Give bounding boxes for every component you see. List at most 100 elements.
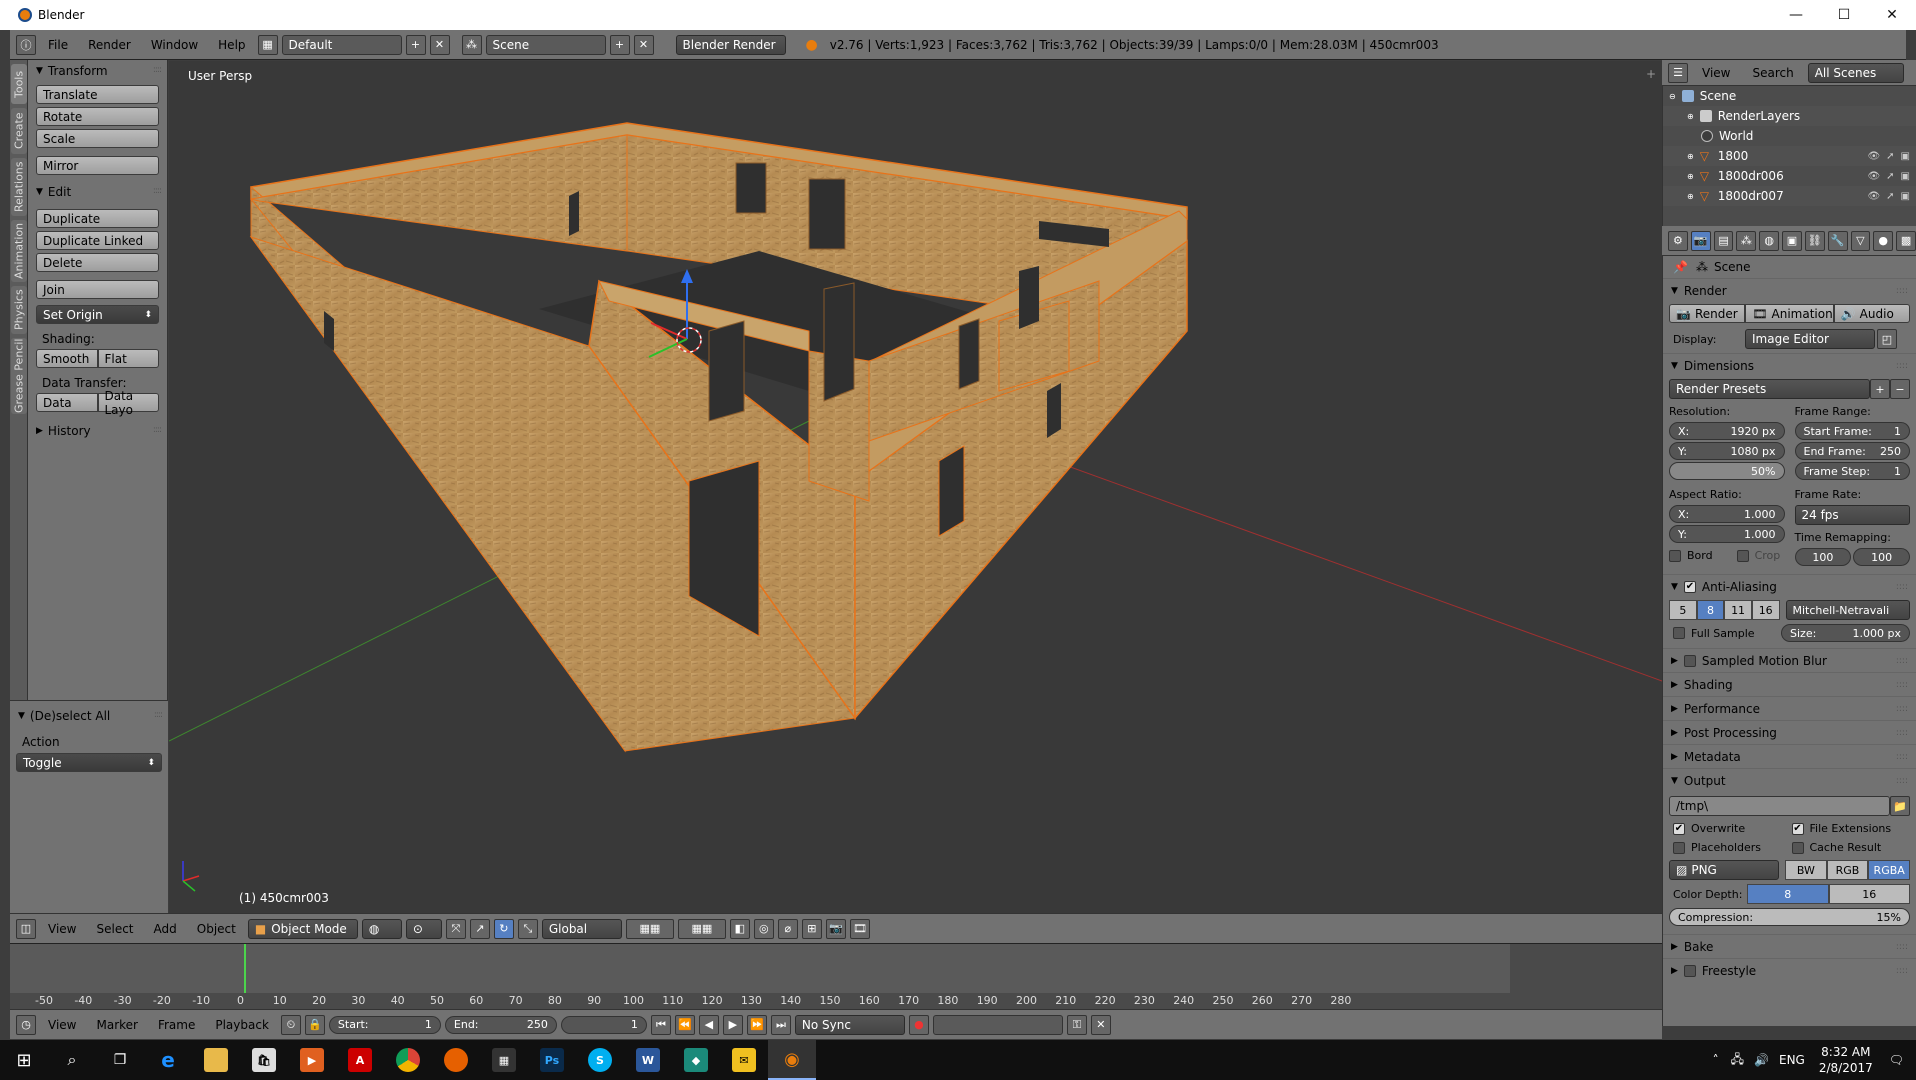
frame-step-field[interactable]: Frame Step: 1 <box>1794 462 1910 480</box>
data-button[interactable]: Data <box>36 393 98 412</box>
tab-grease-pencil[interactable]: Grease Pencil <box>11 338 27 414</box>
aa-samples-16[interactable]: 16 <box>1751 600 1780 620</box>
taskbar-firefox[interactable] <box>432 1040 480 1080</box>
renderable-camera-icon[interactable]: ▣ <box>1901 151 1910 162</box>
minimize-button[interactable]: — <box>1772 0 1820 30</box>
remove-scene-icon[interactable]: ✕ <box>633 34 654 55</box>
play-icon[interactable]: ▶ <box>722 1014 743 1035</box>
history-panel-header[interactable]: ▶ History:::: <box>28 420 167 442</box>
file-format-dropdown[interactable]: ▨ PNG <box>1669 860 1779 880</box>
scene-field[interactable]: Scene <box>485 34 606 55</box>
play-reverse-icon[interactable]: ◀ <box>698 1014 719 1035</box>
render-view-icon[interactable]: ◰ <box>1877 329 1897 349</box>
language-indicator[interactable]: ENG <box>1779 1053 1805 1067</box>
animation-button[interactable]: 🎞 Animation <box>1745 304 1834 323</box>
editor-type-outliner-icon[interactable]: ☰ <box>1668 62 1688 83</box>
render-button[interactable]: 📷 Render <box>1669 304 1746 323</box>
timeline[interactable]: -50 -40 -30 -20 -10 0 10 20 30 40 50 60 70 80 90 100 110… <box>10 943 1662 1009</box>
record-icon[interactable]: ● <box>908 1014 929 1035</box>
taskbar-notes[interactable]: ✉ <box>720 1040 768 1080</box>
renderable-camera-icon[interactable]: ▣ <box>1901 171 1910 182</box>
bake-section-header[interactable]: ▶ Bake:::: <box>1663 934 1916 958</box>
output-section-header[interactable]: ▼ Output:::: <box>1663 768 1916 792</box>
metadata-section-header[interactable]: ▶ Metadata:::: <box>1663 744 1916 768</box>
taskbar-photoshop[interactable]: Ps <box>528 1040 576 1080</box>
overwrite-checkbox[interactable]: ✔ <box>1673 822 1685 835</box>
aspect-x-field[interactable]: X: 1.000 <box>1669 505 1785 523</box>
aa-samples-8[interactable]: 8 <box>1696 600 1725 620</box>
file-extensions-checkbox[interactable]: ✔ <box>1791 822 1804 835</box>
motion-blur-section-header[interactable]: ▶ Sampled Motion Blur:::: <box>1663 648 1916 672</box>
search-button[interactable]: ⌕ <box>48 1040 96 1080</box>
preview-range-icon[interactable]: ⏲ <box>280 1014 301 1035</box>
tab-tools[interactable]: Tools <box>11 64 27 104</box>
render-engine-dropdown[interactable]: Blender Render <box>675 34 786 55</box>
proportional-edit-icon[interactable]: ◎ <box>753 918 774 939</box>
duplicate-button[interactable]: Duplicate <box>36 209 159 228</box>
menu-marker[interactable]: Marker <box>88 1014 145 1036</box>
editor-type-info-icon[interactable]: ⓘ <box>16 34 36 55</box>
end-frame-field[interactable]: End: 250 <box>444 1015 557 1034</box>
delete-key-icon[interactable]: ✕ <box>1090 1014 1111 1035</box>
rotate-manipulator-icon[interactable]: ↻ <box>493 918 514 939</box>
resolution-percent-slider[interactable]: 50% <box>1669 462 1785 480</box>
scale-button[interactable]: Scale <box>36 129 159 148</box>
jump-end-icon[interactable]: ⏭ <box>770 1014 791 1035</box>
sync-dropdown[interactable]: No Sync <box>794 1014 905 1035</box>
resolution-x-field[interactable]: X: 1920 px <box>1669 422 1785 440</box>
texture-context-icon[interactable]: ▩ <box>1896 230 1916 251</box>
material-context-icon[interactable]: ● <box>1873 230 1894 251</box>
outliner-row[interactable]: ⊕ ▽ 1800 👁 ➚ ▣ <box>1663 146 1916 166</box>
add-preset-icon[interactable]: + <box>1870 379 1890 399</box>
performance-section-header[interactable]: ▶ Performance:::: <box>1663 696 1916 720</box>
current-frame-field[interactable]: 1 <box>560 1015 647 1034</box>
constraints-context-icon[interactable]: ⛓ <box>1804 230 1825 251</box>
mode-dropdown[interactable]: ■ Object Mode <box>247 918 358 939</box>
scale-manipulator-icon[interactable]: ⤡ <box>517 918 538 939</box>
set-origin-dropdown[interactable]: Set Origin ⬍ <box>36 305 159 324</box>
opengl-anim-icon[interactable]: 🎞 <box>849 918 870 939</box>
taskbar-calculator[interactable]: ▦ <box>480 1040 528 1080</box>
visibility-eye-icon[interactable]: 👁 <box>1867 191 1880 202</box>
remove-layout-icon[interactable]: ✕ <box>429 34 450 55</box>
opengl-render-icon[interactable]: 📷 <box>825 918 846 939</box>
action-dropdown[interactable]: Toggle ⬍ <box>16 753 162 772</box>
translate-manipulator-icon[interactable]: ↗ <box>469 918 490 939</box>
menu-view-timeline[interactable]: View <box>40 1014 84 1036</box>
join-button[interactable]: Join <box>36 280 159 299</box>
menu-view[interactable]: View <box>40 918 84 940</box>
post-processing-section-header[interactable]: ▶ Post Processing:::: <box>1663 720 1916 744</box>
render-layers-context-icon[interactable]: ▤ <box>1713 230 1734 251</box>
transform-orientation-dropdown[interactable]: Global <box>541 918 622 939</box>
editor-type-3d-icon[interactable]: ◫ <box>16 918 36 939</box>
resolution-y-field[interactable]: Y: 1080 px <box>1669 442 1785 460</box>
remap-old-field[interactable]: 100 <box>1794 548 1852 566</box>
color-rgba-button[interactable]: RGBA <box>1868 860 1911 880</box>
scene-context-icon[interactable]: ⁂ <box>1736 230 1757 251</box>
placeholders-checkbox[interactable] <box>1673 841 1685 854</box>
volume-icon[interactable]: 🔊 <box>1754 1053 1769 1067</box>
editor-type-properties-icon[interactable]: ⚙ <box>1668 230 1688 251</box>
freestyle-checkbox[interactable] <box>1683 964 1696 977</box>
3d-viewport[interactable]: User Persp (1) 450cmr003 + <box>169 61 1662 913</box>
selectable-arrow-icon[interactable]: ➚ <box>1886 191 1894 202</box>
taskbar-blender[interactable]: ◉ <box>768 1040 816 1080</box>
taskbar-word[interactable]: W <box>624 1040 672 1080</box>
full-sample-checkbox[interactable] <box>1673 627 1685 639</box>
editor-type-timeline-icon[interactable]: ◷ <box>16 1014 36 1035</box>
taskbar-media[interactable]: ▶ <box>288 1040 336 1080</box>
prev-key-icon[interactable]: ⏪ <box>674 1014 695 1035</box>
outliner-menu-view[interactable]: View <box>1694 62 1738 84</box>
display-mode-dropdown[interactable]: All Scenes <box>1807 62 1904 83</box>
taskbar-chrome[interactable] <box>384 1040 432 1080</box>
aa-samples-11[interactable]: 11 <box>1724 600 1752 620</box>
display-dropdown[interactable]: Image Editor <box>1745 329 1875 349</box>
snap-icon[interactable]: ⌀ <box>777 918 798 939</box>
notifications-icon[interactable]: 🗨 <box>1889 1053 1904 1067</box>
layers-grid-icon-2[interactable]: ▦▦ <box>677 918 726 939</box>
color-rgb-button[interactable]: RGB <box>1826 860 1869 880</box>
menu-playback[interactable]: Playback <box>207 1014 277 1036</box>
data-layout-button[interactable]: Data Layo <box>97 389 159 417</box>
menu-help[interactable]: Help <box>210 34 253 56</box>
jump-start-icon[interactable]: ⏮ <box>650 1014 671 1035</box>
